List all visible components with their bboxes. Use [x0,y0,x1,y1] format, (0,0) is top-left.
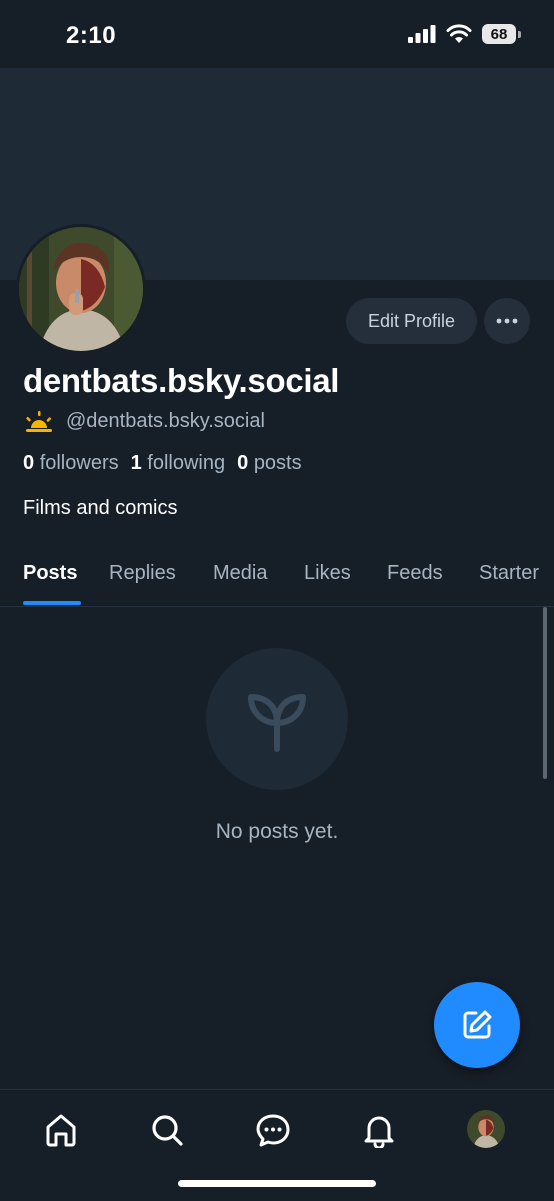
more-options-button[interactable] [484,298,530,344]
nav-notifications[interactable] [359,1110,399,1150]
status-icons: 68 [408,24,521,44]
tab-likes[interactable]: Likes [304,562,351,585]
profile-tabs: Posts Replies Media Likes Feeds Starter [0,546,554,607]
profile-bio: Films and comics [23,497,178,519]
profile-avatar[interactable] [16,224,146,354]
compose-icon [463,1010,492,1039]
profile-handle[interactable]: @dentbats.bsky.social [66,410,265,433]
profile-stats: 0 followers 1 following 0 posts [23,452,302,475]
handle-row: @dentbats.bsky.social [24,410,265,433]
empty-state-badge [206,648,348,790]
following-stat[interactable]: 1 following [131,452,226,475]
search-icon [152,1115,183,1146]
sunrise-icon [26,410,52,432]
scrollbar[interactable] [543,607,547,779]
sprout-icon [248,694,306,752]
tab-media[interactable]: Media [213,562,267,585]
status-time: 2:10 [66,22,117,49]
tab-feeds[interactable]: Feeds [387,562,443,585]
home-icon [46,1114,76,1147]
battery-indicator: 68 [482,24,521,44]
home-indicator [178,1180,376,1187]
wifi-icon [446,24,472,43]
edit-profile-button[interactable]: Edit Profile [346,298,477,344]
nav-chat[interactable] [253,1110,293,1150]
bell-icon [364,1116,394,1148]
tab-starter[interactable]: Starter [479,562,539,585]
empty-state-text: No posts yet. [215,820,339,843]
display-name: dentbats.bsky.social [23,362,340,399]
nav-home[interactable] [41,1110,81,1150]
posts-stat: 0 posts [237,452,302,474]
nav-profile-avatar[interactable] [467,1110,505,1148]
battery-level: 68 [490,25,508,43]
cellular-signal-icon [408,25,436,43]
tab-posts[interactable]: Posts [23,562,77,585]
active-tab-indicator [23,601,81,605]
more-icon [496,318,518,324]
nav-search[interactable] [147,1110,187,1150]
compose-button[interactable] [434,982,520,1068]
chat-icon [256,1114,290,1147]
followers-stat[interactable]: 0 followers [23,452,119,475]
status-bar: 2:10 68 [0,0,554,68]
tab-replies[interactable]: Replies [109,562,176,585]
